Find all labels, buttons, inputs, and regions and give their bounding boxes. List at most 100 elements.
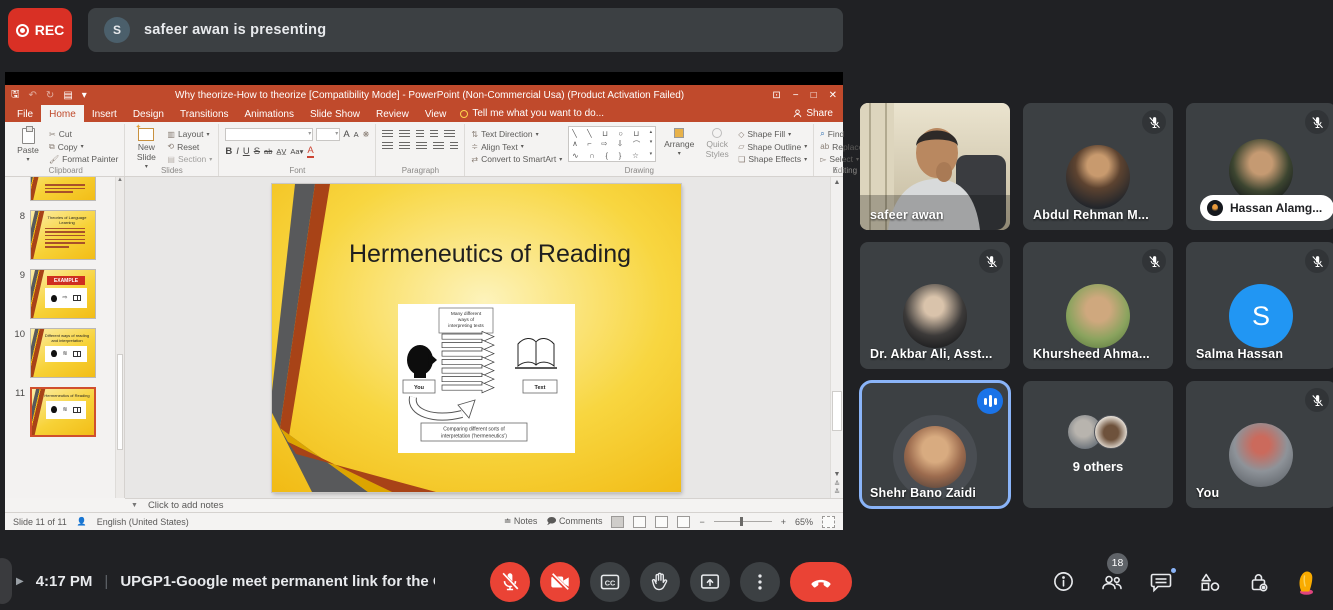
font-color-button[interactable]: A	[307, 145, 313, 158]
tell-me-box[interactable]: Tell me what you want to do...	[460, 105, 604, 122]
tile-others-group[interactable]: 9 others	[1023, 381, 1173, 508]
shape-effects-button[interactable]: ❏Shape Effects ▾	[738, 154, 807, 164]
camera-off-button[interactable]	[540, 562, 580, 602]
comments-toggle[interactable]: 🗩 Comments	[546, 514, 602, 530]
italic-button[interactable]: I	[236, 146, 239, 157]
minimize-button[interactable]: −	[793, 90, 799, 101]
align-center-icon[interactable]	[399, 142, 410, 150]
arrange-button[interactable]: Arrange▾	[662, 126, 696, 157]
tab-design[interactable]: Design	[125, 105, 172, 122]
shape-outline-button[interactable]: ▱Shape Outline ▾	[738, 142, 807, 152]
mic-off-button[interactable]	[490, 562, 530, 602]
align-right-icon[interactable]	[416, 142, 427, 150]
present-screen-button[interactable]	[690, 562, 730, 602]
section-button[interactable]: ▤Section ▾	[167, 154, 212, 164]
tile-hassan-alamgir[interactable]: Hassan Alamg...	[1186, 103, 1333, 230]
tab-transitions[interactable]: Transitions	[172, 105, 237, 122]
new-slide-button[interactable]: New Slide▾	[131, 126, 161, 170]
layout-button[interactable]: ▥Layout ▾	[167, 129, 212, 139]
convert-smartart-button[interactable]: ⇄Convert to SmartArt ▾	[471, 154, 562, 164]
tile-safeer-awan[interactable]: safeer awan	[860, 103, 1010, 230]
font-name-combo[interactable]	[225, 128, 313, 141]
strike-abc-icon[interactable]: ab	[264, 147, 272, 156]
reset-button[interactable]: ⟲Reset	[167, 142, 212, 152]
quick-styles-button[interactable]: Quick Styles	[702, 126, 732, 159]
font-size-combo[interactable]	[316, 128, 340, 141]
captions-button[interactable]: CC	[590, 562, 630, 602]
bullets-icon[interactable]	[382, 130, 393, 138]
align-text-button[interactable]: ≑Align Text ▾	[471, 142, 562, 152]
decrease-indent-icon[interactable]	[416, 130, 424, 138]
accessibility-icon[interactable]: 👤	[77, 517, 87, 526]
tab-animations[interactable]: Animations	[237, 105, 302, 122]
slide-thumbnail-10[interactable]: 10 Different ways of reading and interpr…	[13, 328, 110, 378]
tile-akbar-ali[interactable]: Dr. Akbar Ali, Asst...	[860, 242, 1010, 369]
zoom-out-button[interactable]: −	[699, 517, 704, 527]
tile-salma-hassan[interactable]: S Salma Hassan	[1186, 242, 1333, 369]
justify-icon[interactable]	[433, 142, 444, 150]
slide-thumbnail-8[interactable]: 8 Theories of Language Learning	[13, 210, 110, 260]
format-painter-button[interactable]: 🖌Format Painter	[49, 154, 118, 164]
notes-collapse-icon[interactable]: ▼	[131, 502, 138, 509]
bold-button[interactable]: B	[225, 146, 232, 157]
shape-fill-button[interactable]: ◇Shape Fill ▾	[738, 129, 807, 139]
qat-dropdown-icon[interactable]: ▾	[82, 90, 87, 101]
restore-button[interactable]: □	[811, 90, 817, 101]
slide-thumbnail-7[interactable]	[13, 177, 110, 201]
ppt-share-button[interactable]: Share	[793, 105, 839, 122]
char-spacing-button[interactable]: A̲V̲	[276, 147, 286, 156]
language-indicator[interactable]: English (United States)	[97, 517, 189, 527]
undo-icon[interactable]: ↶	[29, 90, 37, 101]
thumbnails-scrollbar[interactable]: ▲	[115, 177, 124, 498]
ribbon-display-options-icon[interactable]: ⊡	[772, 90, 780, 101]
more-options-button[interactable]	[740, 562, 780, 602]
zoom-slider[interactable]	[714, 521, 772, 522]
redo-icon[interactable]: ↻	[46, 90, 54, 101]
canvas-scrollbar[interactable]: ▲▼≙≚	[830, 177, 843, 498]
tile-you[interactable]: You	[1186, 381, 1333, 508]
tab-review[interactable]: Review	[368, 105, 417, 122]
zoom-in-button[interactable]: +	[781, 517, 786, 527]
normal-view-icon[interactable]	[611, 516, 624, 528]
slide-sorter-icon[interactable]	[633, 516, 646, 528]
notes-pane[interactable]: ▼ Click to add notes	[125, 498, 843, 512]
tile-khursheed-ahmad[interactable]: Khursheed Ahma...	[1023, 242, 1173, 369]
tab-home[interactable]: Home	[41, 105, 84, 122]
collapse-ribbon-icon[interactable]: ∧	[833, 166, 838, 174]
tile-abdul-rehman[interactable]: Abdul Rehman M...	[1023, 103, 1173, 230]
expand-arrow-icon[interactable]: ▶	[16, 576, 24, 587]
tab-view[interactable]: View	[417, 105, 455, 122]
strikethrough-button[interactable]: S	[254, 146, 260, 157]
edge-handle[interactable]	[0, 558, 12, 604]
clear-formatting-icon[interactable]: ❋	[363, 130, 370, 139]
grow-shrink-font[interactable]: AA ❋	[343, 129, 369, 140]
reading-view-icon[interactable]	[655, 516, 668, 528]
slideshow-icon[interactable]	[677, 516, 690, 528]
activities-button[interactable]	[1198, 570, 1222, 594]
slide-thumbnail-11-selected[interactable]: 11 Hermeneutics of Reading≋	[13, 387, 110, 437]
change-case-button[interactable]: Aa▾	[290, 147, 303, 156]
chat-button[interactable]	[1149, 570, 1173, 594]
start-slideshow-icon[interactable]: ▤	[63, 90, 72, 101]
shapes-gallery[interactable]: ╲╲⊔○⊔▴ ∧⌐⇨⇩⌒▾ ∿∩{}☆▾	[568, 126, 656, 162]
notes-placeholder[interactable]: Click to add notes	[148, 500, 224, 511]
slide-thumbnail-9[interactable]: 9 EXAMPLE⇨	[13, 269, 110, 319]
tab-insert[interactable]: Insert	[84, 105, 125, 122]
increase-indent-icon[interactable]	[430, 130, 438, 138]
meeting-details-button[interactable]	[1052, 570, 1075, 593]
raise-hand-button[interactable]	[640, 562, 680, 602]
tile-shehr-bano-zaidi-speaking[interactable]: Shehr Bano Zaidi	[860, 381, 1010, 508]
end-call-button[interactable]	[790, 562, 852, 602]
paste-button[interactable]: Paste▾	[13, 126, 43, 163]
people-button[interactable]: 18	[1100, 570, 1124, 594]
tab-slide-show[interactable]: Slide Show	[302, 105, 368, 122]
name-pill[interactable]: Hassan Alamg...	[1200, 195, 1333, 221]
columns-icon[interactable]	[450, 142, 458, 150]
close-button[interactable]: ✕	[829, 90, 837, 101]
text-direction-button[interactable]: ⇅Text Direction ▾	[471, 129, 562, 139]
copy-button[interactable]: ⧉Copy ▾	[49, 142, 118, 152]
cut-button[interactable]: ✂Cut	[49, 129, 118, 139]
align-left-icon[interactable]	[382, 142, 393, 150]
zoom-level[interactable]: 65%	[795, 517, 813, 527]
quick-access-toolbar[interactable]: 🖫 ↶ ↻ ▤ ▾	[11, 87, 87, 104]
